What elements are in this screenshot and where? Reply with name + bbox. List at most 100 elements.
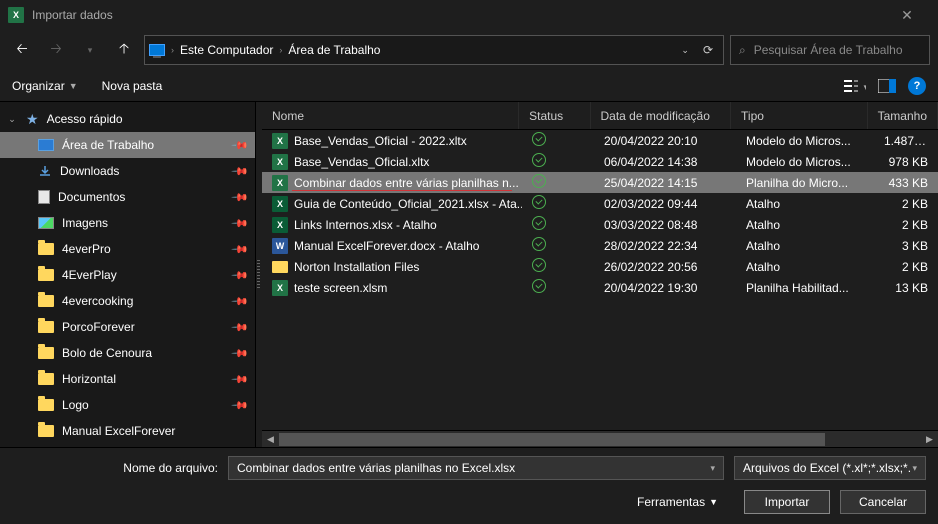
file-icon: X	[272, 217, 288, 233]
window-title: Importar dados	[32, 8, 884, 22]
folder-icon	[38, 321, 54, 333]
file-name: Links Internos.xlsx - Atalho	[294, 218, 437, 232]
file-row[interactable]: XGuia de Conteúdo_Oficial_2021.xlsx - At…	[262, 193, 938, 214]
filename-input[interactable]: Combinar dados entre várias planilhas no…	[228, 456, 724, 480]
sidebar: ⌄ ★ Acesso rápido Área de Trabalho📌 Down…	[0, 102, 256, 447]
pin-icon: 📌	[231, 344, 250, 363]
scroll-right-button[interactable]: ▶	[921, 431, 938, 448]
pin-icon: 📌	[231, 266, 250, 285]
file-name: Norton Installation Files	[294, 260, 419, 274]
status-ok-icon	[532, 258, 546, 272]
sidebar-item-folder[interactable]: Manual ExcelForever	[0, 418, 255, 444]
filename-label: Nome do arquivo:	[12, 461, 218, 475]
sidebar-item-downloads[interactable]: Downloads📌	[0, 158, 255, 184]
file-date: 02/03/2022 09:44	[594, 197, 736, 211]
file-type: Modelo do Micros...	[736, 134, 874, 148]
file-row[interactable]: Norton Installation Files26/02/2022 20:5…	[262, 256, 938, 277]
file-date: 28/02/2022 22:34	[594, 239, 736, 253]
column-status[interactable]: Status	[519, 102, 590, 129]
sidebar-item-desktop[interactable]: Área de Trabalho📌	[0, 132, 255, 158]
chevron-down-icon: ▾	[912, 463, 917, 474]
file-rows: XBase_Vendas_Oficial - 2022.xltx20/04/20…	[262, 130, 938, 430]
chevron-down-icon: ▼	[69, 81, 78, 91]
new-folder-button[interactable]: Nova pasta	[102, 79, 163, 93]
location-bar[interactable]: › Este Computador › Área de Trabalho ⌄ ⟳	[144, 35, 724, 65]
view-details-button[interactable]: ▼	[844, 78, 866, 94]
image-icon	[38, 217, 54, 229]
desktop-icon	[38, 139, 54, 151]
help-button[interactable]: ?	[908, 77, 926, 95]
sidebar-item-folder[interactable]: Bolo de Cenoura📌	[0, 340, 255, 366]
file-row[interactable]: Xteste screen.xlsm20/04/2022 19:30Planil…	[262, 277, 938, 298]
column-name[interactable]: Nome	[262, 102, 519, 129]
sidebar-quick-access[interactable]: ⌄ ★ Acesso rápido	[0, 106, 255, 132]
file-size: 2 KB	[874, 218, 938, 232]
status-ok-icon	[532, 195, 546, 209]
refresh-button[interactable]: ⟳	[697, 43, 719, 57]
file-row[interactable]: W Manual ExcelForever.docx - Atalho 28/02/…	[262, 235, 938, 256]
breadcrumb-pc[interactable]: Este Computador	[180, 43, 273, 57]
sidebar-item-folder[interactable]: 4everPro📌	[0, 236, 255, 262]
file-date: 06/04/2022 14:38	[594, 155, 736, 169]
file-row[interactable]: X Links Internos.xlsx - Atalho 03/03/2022 …	[262, 214, 938, 235]
status-ok-icon	[532, 174, 546, 188]
file-size: 978 KB	[874, 155, 938, 169]
file-row[interactable]: XBase_Vendas_Oficial - 2022.xltx20/04/20…	[262, 130, 938, 151]
file-icon: W	[272, 238, 288, 254]
file-icon: X	[272, 280, 288, 296]
file-type: Atalho	[736, 239, 874, 253]
document-icon	[38, 190, 50, 204]
pin-icon: 📌	[231, 136, 250, 155]
sidebar-item-folder[interactable]: Horizontal📌	[0, 366, 255, 392]
breadcrumb-location[interactable]: Área de Trabalho	[288, 43, 380, 57]
search-input[interactable]: ⌕ Pesquisar Área de Trabalho	[730, 35, 930, 65]
chevron-right-icon: ›	[171, 45, 174, 55]
location-dropdown[interactable]: ⌄	[675, 45, 695, 56]
pc-icon	[149, 44, 165, 56]
scroll-left-button[interactable]: ◀	[262, 431, 279, 448]
sidebar-item-documents[interactable]: Documentos📌	[0, 184, 255, 210]
file-size: 13 KB	[874, 281, 938, 295]
preview-pane-button[interactable]	[878, 79, 896, 93]
file-name: Base_Vendas_Oficial - 2022.xltx	[294, 134, 467, 148]
tools-menu[interactable]: Ferramentas▼	[637, 495, 718, 509]
scroll-thumb[interactable]	[279, 433, 825, 446]
import-button[interactable]: Importar	[744, 490, 830, 514]
file-name: Guia de Conteúdo_Oficial_2021.xlsx - Ata…	[294, 197, 522, 211]
collapse-icon[interactable]: ⌄	[6, 114, 18, 125]
pin-icon: 📌	[231, 292, 250, 311]
file-row[interactable]: XBase_Vendas_Oficial.xltx06/04/2022 14:3…	[262, 151, 938, 172]
column-size[interactable]: Tamanho	[868, 102, 938, 129]
sidebar-item-folder[interactable]: Logo📌	[0, 392, 255, 418]
close-button[interactable]: ✕	[884, 0, 930, 30]
forward-button[interactable]: 🡢	[42, 36, 70, 64]
horizontal-scrollbar[interactable]: ◀ ▶	[262, 430, 938, 447]
column-date[interactable]: Data de modificação	[591, 102, 732, 129]
file-icon	[272, 261, 288, 273]
pin-icon: 📌	[231, 370, 250, 389]
file-name: Manual ExcelForever.docx - Atalho	[294, 239, 479, 253]
pin-icon: 📌	[231, 188, 250, 207]
folder-icon	[38, 269, 54, 281]
status-ok-icon	[532, 132, 546, 146]
file-date: 03/03/2022 08:48	[594, 218, 736, 232]
file-icon: X	[272, 154, 288, 170]
pin-icon: 📌	[231, 240, 250, 259]
file-row[interactable]: XCombinar dados entre várias planilhas n…	[262, 172, 938, 193]
recent-dropdown[interactable]: ▾	[76, 36, 104, 64]
back-button[interactable]: 🡠	[8, 36, 36, 64]
sidebar-item-folder[interactable]: PorcoForever📌	[0, 314, 255, 340]
file-name: Combinar dados entre várias planilhas n.…	[294, 176, 519, 190]
status-ok-icon	[532, 279, 546, 293]
folder-icon	[38, 295, 54, 307]
file-type: Planilha Habilitad...	[736, 281, 874, 295]
up-button[interactable]: 🡡	[110, 36, 138, 64]
sidebar-item-folder[interactable]: 4evercooking📌	[0, 288, 255, 314]
sidebar-item-folder[interactable]: 4EverPlay📌	[0, 262, 255, 288]
file-filter-dropdown[interactable]: Arquivos do Excel (*.xl*;*.xlsx;*.▾	[734, 456, 926, 480]
cancel-button[interactable]: Cancelar	[840, 490, 926, 514]
file-size: 3 KB	[874, 239, 938, 253]
organize-menu[interactable]: Organizar▼	[12, 79, 78, 93]
sidebar-item-images[interactable]: Imagens📌	[0, 210, 255, 236]
column-type[interactable]: Tipo	[731, 102, 868, 129]
